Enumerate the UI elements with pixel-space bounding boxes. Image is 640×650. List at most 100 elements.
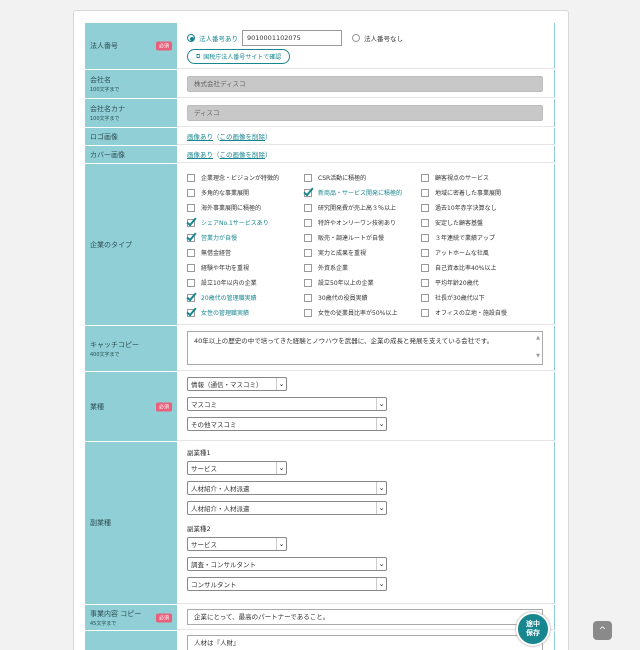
company-type-checkbox[interactable]: 海外事業展開に積極的 <box>187 200 304 215</box>
company-type-checkbox[interactable]: 女性の管理職実績 <box>186 305 304 320</box>
checkbox-label: シェアNo.1サービスあり <box>201 220 269 227</box>
radio-corp-no[interactable]: 法人番号なし <box>352 33 403 43</box>
company-type-checkbox[interactable]: 30歳代の役員実績 <box>304 290 421 305</box>
checkmark-icon <box>186 230 197 242</box>
company-type-checkbox[interactable]: オフィスの立地・施設自慢 <box>421 305 538 320</box>
checkbox-label: ３年連続で業績アップ <box>435 235 496 242</box>
next-textarea[interactable]: 人材は『人財』 <box>187 635 543 650</box>
company-type-checkbox[interactable]: 企業理念・ビジョンが特徴的 <box>187 170 304 185</box>
save-draft-button[interactable]: 途中 保存 <box>516 612 550 646</box>
checkbox-label: 経験や年功を重視 <box>201 265 250 272</box>
company-type-checkbox[interactable]: 自己資本比率40%以上 <box>421 260 538 275</box>
company-type-checkbox[interactable]: 顧客視点のサービス <box>421 170 538 185</box>
row-next: 人材は『人財』 <box>85 631 555 650</box>
logo-delete-link[interactable]: この画像を削除 <box>220 131 266 141</box>
chevron-down-icon: ⌄ <box>376 418 386 430</box>
checkmark-icon <box>186 215 197 227</box>
company-type-checkbox[interactable]: シェアNo.1サービスあり <box>186 215 304 230</box>
corp-number-input[interactable]: 9010001102075 <box>242 30 342 46</box>
company-type-checkbox[interactable]: 設立10年以内の企業 <box>187 275 304 290</box>
chevron-down-icon: ⌄ <box>376 578 386 590</box>
scroll-top-button[interactable]: ^ <box>593 621 612 640</box>
company-type-checkbox[interactable]: 特許やオンリーワン技術あり <box>304 215 421 230</box>
company-type-checkbox[interactable]: 無借金経営 <box>187 245 304 260</box>
company-name-input[interactable]: 株式会社ディスコ <box>187 75 543 92</box>
sub-industry-2-select-3[interactable]: コンサルタント ⌄ <box>187 577 387 591</box>
checkbox-icon <box>421 263 429 272</box>
checkbox-icon <box>187 203 195 212</box>
company-form: 法人番号 必須 法人番号あり 9010001102075 法人番号なし ⧉ 国税… <box>85 23 555 650</box>
checkbox-label: 安定した顧客基盤 <box>435 220 484 227</box>
company-type-checkbox[interactable]: 設立50年以上の企業 <box>304 275 421 290</box>
company-type-checkbox[interactable]: 女性の従業員比率が50%以上 <box>304 305 421 320</box>
company-type-checkbox[interactable]: 販売・調達ルートが自慢 <box>304 230 421 245</box>
company-type-checkbox[interactable]: 社長が30歳代以下 <box>421 290 538 305</box>
company-type-checkbox[interactable]: 経験や年功を重視 <box>187 260 304 275</box>
scrollbar[interactable]: ▲ ▼ <box>536 335 540 359</box>
logo-image-link[interactable]: 画像あり <box>187 131 213 141</box>
checkbox-icon <box>421 173 429 182</box>
checkbox-icon <box>421 233 429 242</box>
checkbox-icon <box>421 308 429 317</box>
sub-industry-1-title: 副業種1 <box>187 449 211 457</box>
checkbox-icon <box>304 218 312 227</box>
company-type-checkbox[interactable]: 地域に密着した事業展開 <box>421 185 538 200</box>
confirm-corp-site-button[interactable]: ⧉ 国税庁法人番号サイトで確認 <box>187 49 291 64</box>
industry-select-1[interactable]: 情報（通信・マスコミ） ⌄ <box>187 377 287 391</box>
company-type-checkbox[interactable]: ３年連続で業績アップ <box>421 230 538 245</box>
checkbox-label: 新商品・サービス開発に積極的 <box>318 190 403 197</box>
checkbox-icon <box>304 233 312 242</box>
radio-corp-yes[interactable]: 法人番号あり <box>187 33 238 43</box>
company-type-checkbox[interactable]: 新商品・サービス開発に積極的 <box>303 185 421 200</box>
sub-industry-2-select-1[interactable]: サービス ⌄ <box>187 537 287 551</box>
catch-copy-textarea[interactable]: 40年以上の歴史の中で培ってきた経験とノウハウを武器に、企業の成長と発展を支えて… <box>187 331 543 365</box>
checkbox-icon <box>304 308 312 317</box>
chevron-up-icon: ^ <box>598 625 607 636</box>
copy-icon: ⧉ <box>196 52 201 60</box>
sub-industry-2-select-2[interactable]: 調査・コンサルタント ⌄ <box>187 557 387 571</box>
sub-industry-2-title: 副業種2 <box>187 525 211 533</box>
checkbox-label: 設立10年以内の企業 <box>201 280 257 287</box>
checkbox-icon <box>304 203 312 212</box>
checkbox-icon <box>304 173 312 182</box>
company-type-checkbox[interactable]: 平均年齢20歳代 <box>421 275 538 290</box>
checkbox-icon <box>187 188 195 197</box>
row-company-type: 企業のタイプ 企業理念・ビジョンが特徴的 CSR活動に積極的 顧客視点のサービス 多角… <box>85 164 555 326</box>
company-type-checkbox[interactable]: 外資系企業 <box>304 260 421 275</box>
row-catch-copy: キャッチコピー 400文字まで 40年以上の歴史の中で培ってきた経験とノウハウを… <box>85 326 555 372</box>
checkbox-label: 平均年齢20歳代 <box>435 280 479 287</box>
company-type-checkbox[interactable]: 研究開発費が売上高３％以上 <box>304 200 421 215</box>
company-kana-input[interactable]: ディスコ <box>187 104 543 121</box>
chevron-down-icon: ⌄ <box>376 558 386 570</box>
label-corp-number: 法人番号 必須 <box>85 23 177 69</box>
company-type-checkbox[interactable]: 20歳代の管理職実績 <box>186 290 304 305</box>
industry-select-2[interactable]: マスコミ ⌄ <box>187 397 387 411</box>
checkbox-label: 社長が30歳代以下 <box>435 295 485 302</box>
company-type-checkbox[interactable]: 安定した顧客基盤 <box>421 215 538 230</box>
chevron-down-icon: ⌄ <box>376 502 386 514</box>
checkbox-label: CSR活動に積極的 <box>318 175 367 182</box>
sub-industry-1-select-1[interactable]: サービス ⌄ <box>187 461 287 475</box>
checkbox-label: 販売・調達ルートが自慢 <box>318 235 385 242</box>
sub-industry-1-select-2[interactable]: 人材紹介・人材派遣 ⌄ <box>187 481 387 495</box>
row-logo: ロゴ画像 画像あり （この画像を削除） <box>85 128 555 146</box>
company-type-checkbox[interactable]: アットホームな社風 <box>421 245 538 260</box>
cover-delete-link[interactable]: この画像を削除 <box>220 149 266 159</box>
company-type-checkbox[interactable]: 過去10年赤字決算なし <box>421 200 538 215</box>
checkbox-label: 無借金経営 <box>201 250 232 257</box>
chevron-down-icon: ⌄ <box>376 482 386 494</box>
business-copy-input[interactable]: 企業にとって、最高のパートナーであること。 <box>187 609 543 625</box>
company-type-checkbox[interactable]: 実力と成果を重視 <box>304 245 421 260</box>
cover-image-link[interactable]: 画像あり <box>187 149 213 159</box>
chevron-down-icon: ⌄ <box>276 378 286 390</box>
checkbox-label: 特許やオンリーワン技術あり <box>318 220 397 227</box>
sub-industry-1-select-3[interactable]: 人材紹介・人材派遣 ⌄ <box>187 501 387 515</box>
checkbox-label: 地域に密着した事業展開 <box>435 190 502 197</box>
company-type-checkbox[interactable]: CSR活動に積極的 <box>304 170 421 185</box>
company-type-checkbox[interactable]: 営業力が自慢 <box>186 230 304 245</box>
industry-select-3[interactable]: その他マスコミ ⌄ <box>187 417 387 431</box>
company-type-checkbox[interactable]: 多角的な事業展開 <box>187 185 304 200</box>
checkbox-label: 多角的な事業展開 <box>201 190 250 197</box>
checkbox-label: オフィスの立地・施設自慢 <box>435 310 507 317</box>
chevron-down-icon: ⌄ <box>276 538 286 550</box>
